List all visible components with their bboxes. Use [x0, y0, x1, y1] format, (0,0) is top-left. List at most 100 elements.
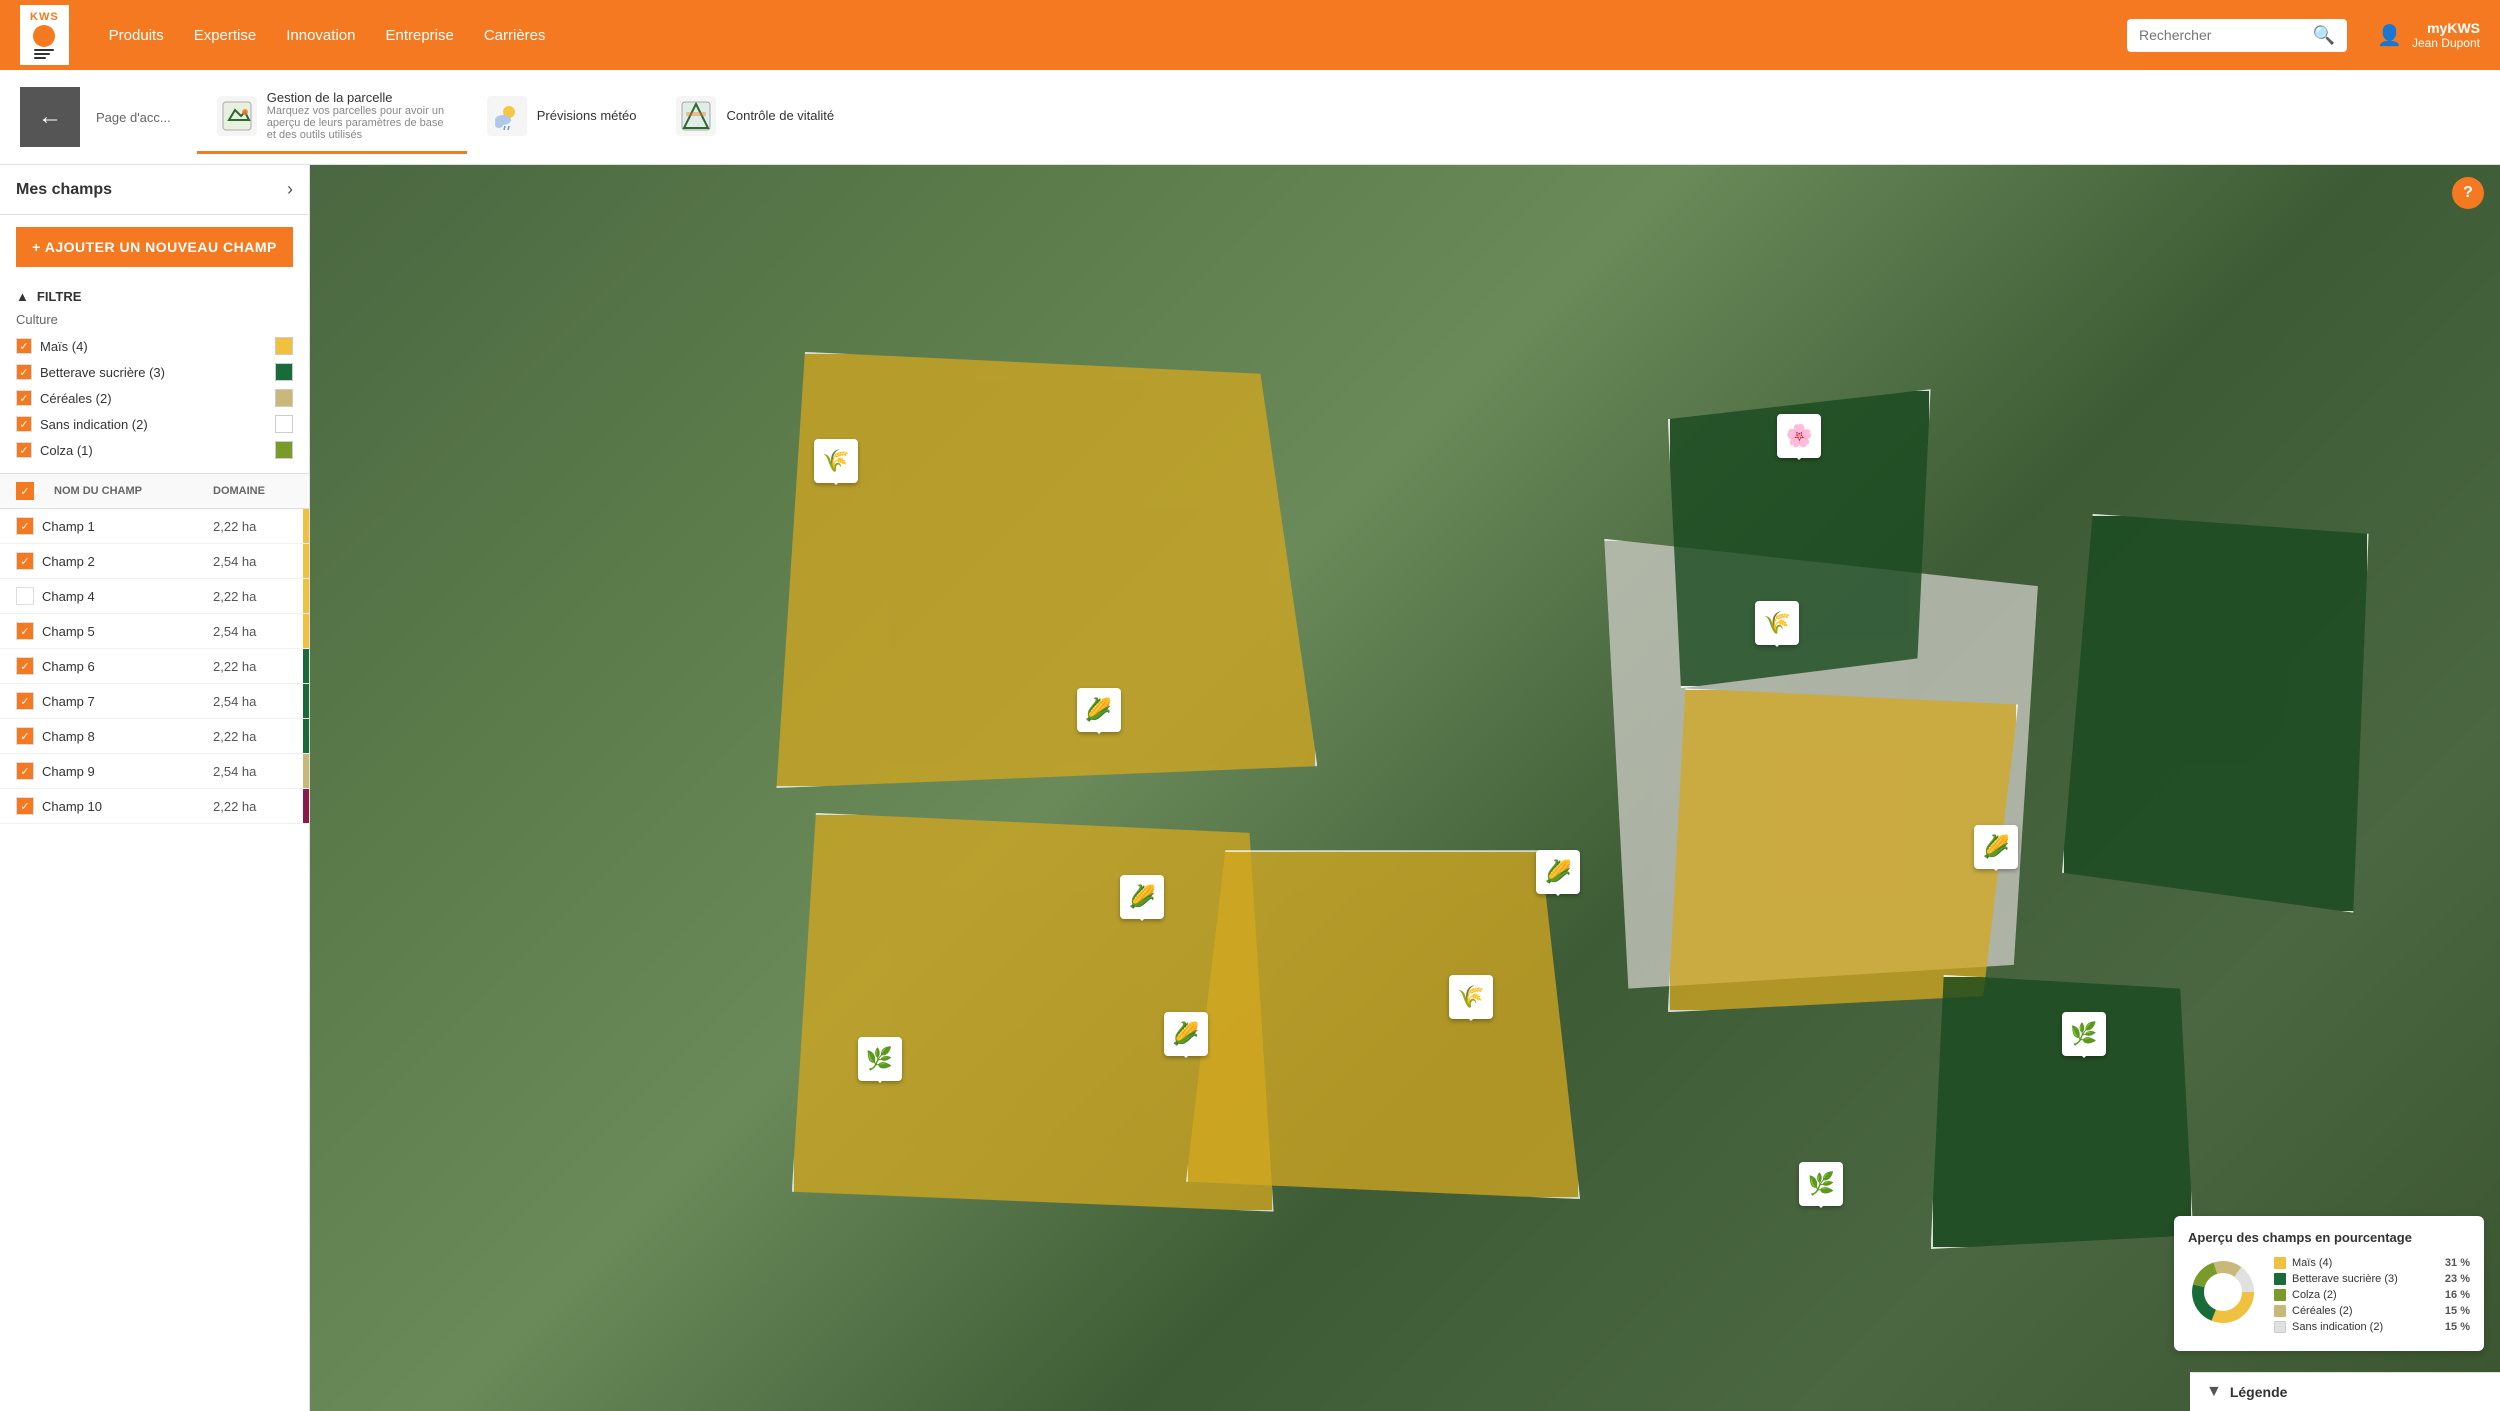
- field-domain-4: 2,54 ha: [213, 624, 293, 639]
- field-check-5[interactable]: ✓: [16, 657, 34, 675]
- field-name-1: Champ 1: [42, 519, 205, 534]
- help-button[interactable]: ?: [2452, 177, 2484, 209]
- legend-cereales-color: [2274, 1305, 2286, 1317]
- header: KWS Produits Expertise Innovation Entrep…: [0, 0, 2500, 70]
- filter-mais-color: [275, 337, 293, 355]
- marker-4[interactable]: 🌽: [1164, 1012, 1208, 1056]
- field-row-8[interactable]: ✓Champ 92,54 ha: [0, 754, 309, 789]
- field-row-9[interactable]: ✓Champ 102,22 ha: [0, 789, 309, 824]
- user-name: myKWS: [2412, 20, 2480, 36]
- legend-text: Légende: [2230, 1384, 2288, 1400]
- back-button[interactable]: ←: [20, 87, 80, 147]
- field-row-6[interactable]: ✓Champ 72,54 ha: [0, 684, 309, 719]
- tool-gestion-label: Gestion de la parcelle: [267, 90, 447, 105]
- filter-betterave-checkbox[interactable]: ✓: [16, 364, 32, 380]
- search-icon: 🔍: [2313, 25, 2335, 46]
- field-domain-9: 2,22 ha: [213, 799, 293, 814]
- field-list: ✓ Champ 1 2,22 ha ✓Champ 22,54 haChamp 42,2…: [0, 509, 309, 1411]
- chart-legend: Maïs (4) 31 % Betterave sucrière (3) 23 …: [2274, 1257, 2470, 1337]
- marker-8[interactable]: 🌾: [1449, 975, 1493, 1019]
- nav-innovation[interactable]: Innovation: [286, 27, 355, 44]
- legend-betterave-label: Betterave sucrière (3): [2292, 1273, 2439, 1285]
- field-polygon-yellow4: [1668, 688, 2018, 1012]
- marker-6[interactable]: 🌾: [1755, 601, 1799, 645]
- tool-vitalite[interactable]: Contrôle de vitalité: [656, 86, 854, 149]
- field-row-7[interactable]: ✓Champ 82,22 ha: [0, 719, 309, 754]
- chart-content: Maïs (4) 31 % Betterave sucrière (3) 23 …: [2188, 1257, 2470, 1337]
- nav-entreprise[interactable]: Entreprise: [385, 27, 453, 44]
- field-check-1[interactable]: ✓: [16, 517, 34, 535]
- field-row-4[interactable]: ✓Champ 52,54 ha: [0, 614, 309, 649]
- field-check-3[interactable]: [16, 587, 34, 605]
- legend-mais-color: [2274, 1257, 2286, 1269]
- filter-cereales-checkbox[interactable]: ✓: [16, 390, 32, 406]
- field-domain-3: 2,22 ha: [213, 589, 293, 604]
- marker-12[interactable]: 🌿: [1799, 1162, 1843, 1206]
- marker-2[interactable]: 🌽: [1077, 688, 1121, 732]
- filter-header: ▲ FILTRE: [16, 289, 293, 304]
- filter-colza[interactable]: ✓ Colza (1): [16, 437, 293, 463]
- legend-colza-pct: 16 %: [2445, 1289, 2470, 1301]
- field-name-8: Champ 9: [42, 764, 205, 779]
- legend-bar[interactable]: ▼ Légende: [2190, 1372, 2500, 1411]
- field-row-5[interactable]: ✓Champ 62,22 ha: [0, 649, 309, 684]
- field-bar-7: [303, 719, 309, 753]
- legend-mais: Maïs (4) 31 %: [2274, 1257, 2470, 1269]
- filter-section: ▲ FILTRE Culture ✓ Maïs (4) ✓ Betterave …: [0, 279, 309, 473]
- field-domain-5: 2,22 ha: [213, 659, 293, 674]
- select-all-checkbox[interactable]: ✓: [16, 482, 34, 500]
- filter-mais-checkbox[interactable]: ✓: [16, 338, 32, 354]
- nav-expertise[interactable]: Expertise: [194, 27, 257, 44]
- search-bar[interactable]: 🔍: [2127, 19, 2347, 52]
- nav-carrieres[interactable]: Carrières: [484, 27, 546, 44]
- field-polygon-darkgreen2: [2062, 514, 2369, 913]
- filter-cereales[interactable]: ✓ Céréales (2): [16, 385, 293, 411]
- legend-chevron-icon: ▼: [2206, 1383, 2222, 1401]
- tool-gestion-icon: [217, 96, 257, 136]
- filter-sans[interactable]: ✓ Sans indication (2): [16, 411, 293, 437]
- add-field-button[interactable]: + AJOUTER UN NOUVEAU CHAMP: [16, 227, 293, 267]
- marker-7[interactable]: 🌽: [1536, 850, 1580, 894]
- user-info: myKWS Jean Dupont: [2412, 20, 2480, 50]
- legend-colza: Colza (2) 16 %: [2274, 1289, 2470, 1301]
- marker-1[interactable]: 🌾: [814, 439, 858, 483]
- filter-mais[interactable]: ✓ Maïs (4): [16, 333, 293, 359]
- marker-11[interactable]: 🌿: [2062, 1012, 2106, 1056]
- field-bar-5: [303, 649, 309, 683]
- search-input[interactable]: [2139, 27, 2305, 43]
- filter-sans-checkbox[interactable]: ✓: [16, 416, 32, 432]
- filter-betterave[interactable]: ✓ Betterave sucrière (3): [16, 359, 293, 385]
- tool-meteo[interactable]: Prévisions météo: [467, 86, 657, 149]
- culture-label: Culture: [16, 312, 293, 327]
- filter-cereales-color: [275, 389, 293, 407]
- field-check-8[interactable]: ✓: [16, 762, 34, 780]
- field-row-2[interactable]: ✓Champ 22,54 ha: [0, 544, 309, 579]
- marker-10[interactable]: 🌽: [1974, 825, 2018, 869]
- legend-cereales-label: Céréales (2): [2292, 1305, 2439, 1317]
- chevron-right-icon[interactable]: ›: [287, 179, 293, 200]
- field-row-3[interactable]: Champ 42,22 ha: [0, 579, 309, 614]
- field-row-1[interactable]: ✓Champ 12,22 ha: [0, 509, 309, 544]
- field-list-header: ✓ NOM DU CHAMP DOMAINE: [0, 473, 309, 509]
- marker-9[interactable]: 🌸: [1777, 414, 1821, 458]
- logo-circle: [33, 25, 55, 47]
- tool-gestion[interactable]: Gestion de la parcelle Marquez vos parce…: [197, 80, 467, 154]
- marker-5[interactable]: 🌿: [858, 1037, 902, 1081]
- field-check-9[interactable]: ✓: [16, 797, 34, 815]
- toolbar-row: ← Page d'acc... Gestion de la parcelle M…: [0, 70, 2500, 165]
- donut-chart: [2188, 1257, 2258, 1327]
- field-check-7[interactable]: ✓: [16, 727, 34, 745]
- nav-produits[interactable]: Produits: [109, 27, 164, 44]
- user-area: 👤 myKWS Jean Dupont: [2377, 20, 2480, 50]
- field-check-4[interactable]: ✓: [16, 622, 34, 640]
- chart-title: Aperçu des champs en pourcentage: [2188, 1230, 2470, 1245]
- field-polygon-1: [748, 352, 1317, 788]
- legend-betterave-pct: 23 %: [2445, 1273, 2470, 1285]
- map-area[interactable]: ? 🌾 🌽 🌽 🌽 🌿 🌾 🌽 🌾 🌸 🌽 🌿 🌿 Aperçu des cha…: [310, 165, 2500, 1411]
- field-check-2[interactable]: ✓: [16, 552, 34, 570]
- mes-champs-header: Mes champs ›: [0, 165, 309, 215]
- field-domain-2: 2,54 ha: [213, 554, 293, 569]
- filter-colza-checkbox[interactable]: ✓: [16, 442, 32, 458]
- marker-3[interactable]: 🌽: [1120, 875, 1164, 919]
- field-check-6[interactable]: ✓: [16, 692, 34, 710]
